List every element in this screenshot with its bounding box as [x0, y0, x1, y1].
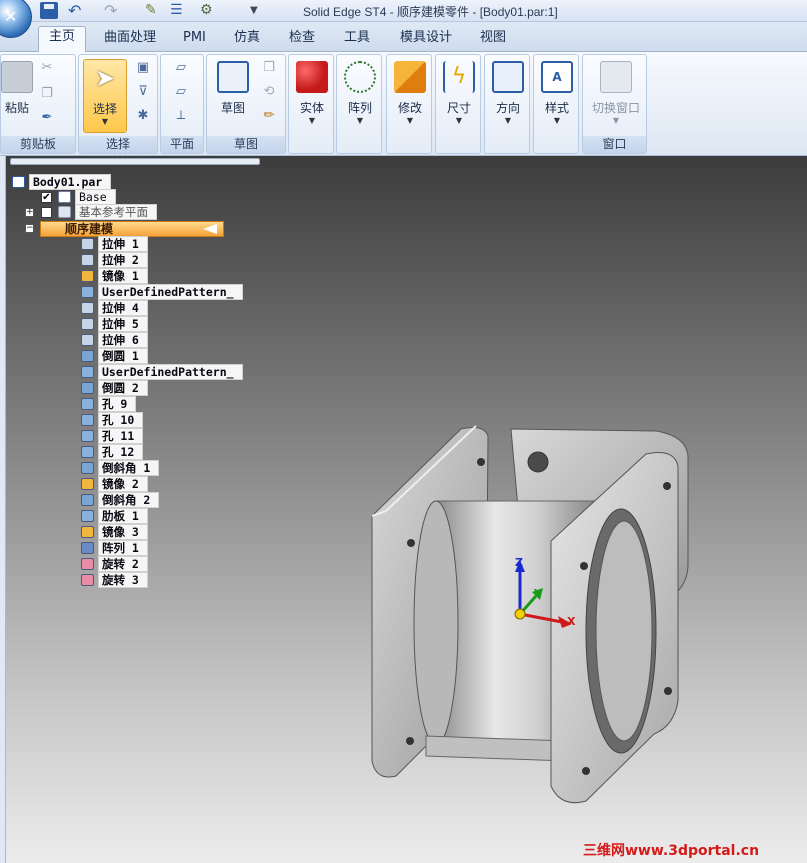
pattern-circle-icon: [344, 61, 376, 93]
modify-button[interactable]: 修改 ▼: [388, 59, 432, 133]
pattern-group[interactable]: 阵列 ▼: [336, 54, 382, 154]
tab-simulation[interactable]: 仿真: [224, 28, 270, 52]
orient-group[interactable]: 方向 ▼: [484, 54, 530, 154]
solid-dropdown-icon: ▼: [308, 116, 316, 125]
redo-icon[interactable]: ↷: [104, 2, 122, 19]
tab-home[interactable]: 主页: [38, 26, 87, 53]
sketch-group-label: 草图: [207, 136, 285, 153]
select-dropdown-icon: ▼: [101, 117, 109, 126]
sketch-relation-icon[interactable]: ⟲: [261, 85, 277, 99]
plane-group-label: 平面: [161, 136, 203, 153]
axis-y-label: Y: [534, 587, 542, 600]
tab-mold-design[interactable]: 模具设计: [390, 28, 462, 52]
clipboard-group-label: 剪贴板: [1, 136, 75, 153]
paste-icon: [1, 61, 33, 93]
tool-icon[interactable]: ⚙: [200, 2, 218, 19]
title-bar: ✕ ↶ ↷ ✎ ☰ ⚙ ▼ Solid Edge ST4 - 顺序建模零件 - …: [0, 0, 807, 38]
paste-button[interactable]: 粘贴: [0, 59, 39, 133]
pattern-dropdown-icon: ▼: [356, 116, 364, 125]
clipboard-group: 粘贴 ✂ ❐ ✒ 剪贴板: [0, 54, 76, 154]
sketch-pencil-icon[interactable]: ✏: [261, 109, 277, 123]
sketch-icon: [217, 61, 249, 93]
ribbon-tab-bar: 主页 曲面处理 PMI 仿真 检查 工具 模具设计 视图: [0, 22, 807, 53]
axis-z-label: Z: [515, 556, 523, 569]
solid-group[interactable]: 实体 ▼: [288, 54, 334, 154]
switch-window-icon: [600, 61, 632, 93]
switch-window-dropdown-icon: ▼: [612, 116, 620, 125]
axis-x-label: X: [567, 615, 576, 628]
ribbon: 粘贴 ✂ ❐ ✒ 剪贴板 ➤ 选择 ▼ ▣ ⊽ ✱ 选择 ▱ ▱ ⟂ 平面 草图…: [0, 52, 807, 156]
dimension-lightning-icon: ϟ: [443, 61, 475, 93]
tab-view[interactable]: 视图: [470, 28, 516, 52]
filter-icon[interactable]: ⊽: [135, 85, 151, 99]
modify-dropdown-icon: ▼: [406, 116, 414, 125]
style-group[interactable]: A 样式 ▼: [533, 54, 579, 154]
window-title: Solid Edge ST4 - 顺序建模零件 - [Body01.par:1]: [303, 5, 558, 19]
format-painter-icon[interactable]: ✒: [39, 111, 55, 125]
switch-window-button[interactable]: 切换窗口 ▼: [587, 59, 645, 133]
app-logo-icon: ✕: [4, 7, 18, 26]
dimension-dropdown-icon: ▼: [455, 116, 463, 125]
solid-button[interactable]: 实体 ▼: [290, 59, 334, 133]
watermark: 三维网www.3dportal.cn: [583, 843, 760, 859]
dimension-group[interactable]: ϟ 尺寸 ▼: [435, 54, 481, 154]
quick-save-icon[interactable]: [40, 2, 58, 19]
sketch-group: 草图 ❐ ⟲ ✏ 草图: [206, 54, 286, 154]
select-button[interactable]: ➤ 选择 ▼: [83, 59, 127, 133]
graphics-viewport[interactable]: Body01.par ✔ Base + 基本参考平面 − 顺序建模 拉伸 1拉伸…: [6, 153, 807, 863]
plane-dropdown-icon[interactable]: ▱: [173, 85, 189, 99]
sketch-button[interactable]: 草图: [211, 59, 255, 133]
window-group: 切换窗口 ▼ 窗口: [582, 54, 647, 154]
orient-button[interactable]: 方向 ▼: [486, 59, 530, 133]
window-group-label: 窗口: [583, 136, 646, 153]
cut-icon[interactable]: ✂: [39, 61, 55, 75]
select-group-label: 选择: [79, 136, 157, 153]
tab-tools[interactable]: 工具: [334, 28, 380, 52]
tab-inspect[interactable]: 检查: [279, 28, 325, 52]
select-box-icon[interactable]: ▣: [135, 61, 151, 75]
cursor-arrow-icon: ➤: [94, 64, 116, 92]
style-dropdown-icon: ▼: [553, 116, 561, 125]
plane-icon[interactable]: ▱: [173, 61, 189, 75]
modify-blocks-icon: [394, 61, 426, 93]
pattern-button[interactable]: 阵列 ▼: [338, 59, 382, 133]
copy-icon[interactable]: ❐: [39, 87, 55, 101]
select-tools-icon[interactable]: ✱: [135, 109, 151, 123]
customize-quick-access-icon[interactable]: ▼: [250, 2, 268, 19]
sketch-copy-icon[interactable]: ❐: [261, 61, 277, 75]
style-text-icon: A: [541, 61, 573, 93]
plane-group: ▱ ▱ ⟂ 平面: [160, 54, 204, 154]
part-model-3d[interactable]: [6, 156, 807, 863]
select-group: ➤ 选择 ▼ ▣ ⊽ ✱ 选择: [78, 54, 158, 154]
tab-surfacing[interactable]: 曲面处理: [94, 28, 166, 52]
orient-view-icon: [492, 61, 524, 93]
coordinate-system-icon[interactable]: ⟂: [173, 109, 189, 123]
modify-group[interactable]: 修改 ▼: [386, 54, 432, 154]
list-icon[interactable]: ☰: [170, 2, 188, 19]
pen-icon[interactable]: ✎: [145, 2, 163, 19]
solid-shapes-icon: [296, 61, 328, 93]
dimension-button[interactable]: ϟ 尺寸 ▼: [437, 59, 481, 133]
undo-icon[interactable]: ↶: [68, 2, 86, 19]
orient-dropdown-icon: ▼: [504, 116, 512, 125]
style-button[interactable]: A 样式 ▼: [535, 59, 579, 133]
tab-pmi[interactable]: PMI: [173, 28, 216, 52]
